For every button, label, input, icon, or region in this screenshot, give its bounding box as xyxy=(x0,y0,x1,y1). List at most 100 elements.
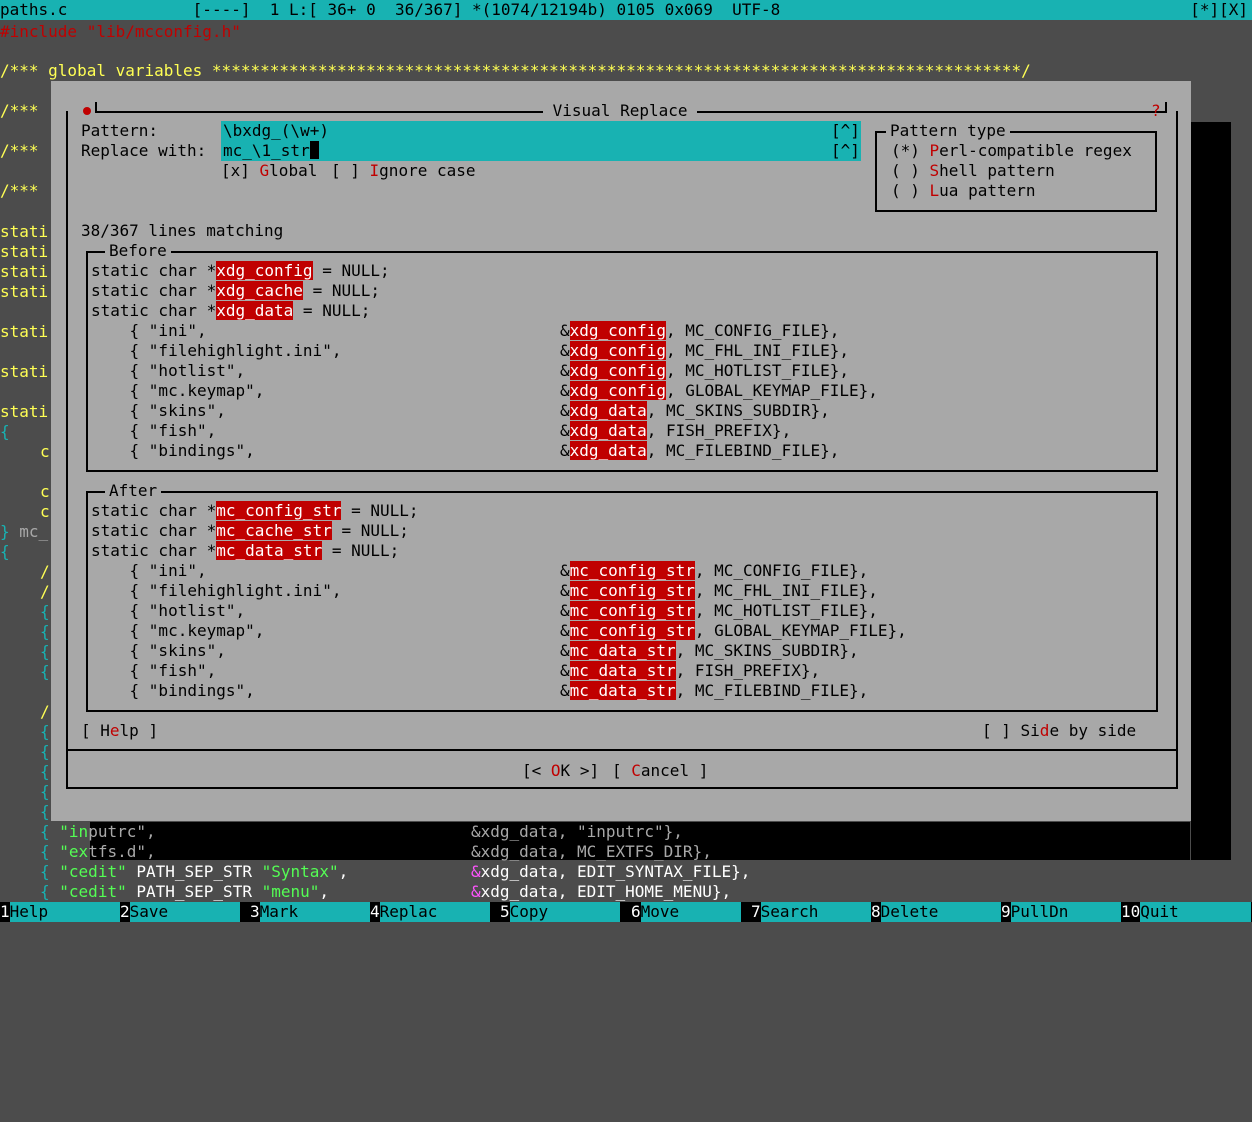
replace-history-button[interactable]: [^] xyxy=(831,141,861,161)
fkey-pulldn[interactable]: 9PullDn xyxy=(1001,902,1121,922)
code-line: { xyxy=(40,782,50,801)
fkey-search[interactable]: 7Search xyxy=(751,902,871,922)
code-line: { xyxy=(40,762,50,781)
ignore-case-checkbox[interactable]: [ ] Ignore case xyxy=(331,161,476,181)
dialog-top-left-corner xyxy=(95,102,101,113)
text-cursor xyxy=(309,141,319,159)
code-line: &xdg_config, GLOBAL_KEYMAP_FILE}, xyxy=(560,381,878,400)
code-line: { "ini", xyxy=(91,321,207,340)
code-line: { "cedit" PATH_SEP_STR "Syntax", xyxy=(40,862,349,881)
code-line: { xyxy=(0,542,10,561)
ok-button[interactable]: [< OK >] xyxy=(522,761,599,781)
dialog-close-dot[interactable] xyxy=(83,107,91,115)
code-line: { xyxy=(40,742,50,761)
code-line: static char *xdg_cache = NULL; xyxy=(91,281,380,300)
code-line: /*** xyxy=(0,141,39,160)
code-line: { "cedit" PATH_SEP_STR "menu", xyxy=(40,882,330,901)
code-line: { "skins", xyxy=(91,401,226,420)
edit-mode: [----] xyxy=(192,0,251,19)
pattern-type-title: Pattern type xyxy=(886,121,1010,141)
replace-input[interactable]: mc_\1_str xyxy=(221,141,831,161)
code-line: static char *mc_config_str = NULL; xyxy=(91,501,419,520)
code-line: c xyxy=(40,442,50,461)
code-line: &xdg_data, FISH_PREFIX}, xyxy=(560,421,792,440)
code-line: { xyxy=(40,602,50,621)
code-line: { "inputrc", xyxy=(40,822,156,841)
code-line: &xdg_data, MC_SKINS_SUBDIR}, xyxy=(560,401,830,420)
code-line: stati xyxy=(0,322,49,341)
code-line: &xdg_data, EDIT_HOME_MENU}, xyxy=(471,882,732,901)
fkey-save[interactable]: 2Save xyxy=(120,902,240,922)
code-line: { "fish", xyxy=(91,661,217,680)
fkey-copy[interactable]: 5Copy xyxy=(500,902,620,922)
editor-status-bar: paths.c [----] 1 L:[ 36+ 0 36/367] *(107… xyxy=(0,0,1252,20)
code-line: &xdg_data, EDIT_SYNTAX_FILE}, xyxy=(471,862,751,881)
code-line: { xyxy=(40,802,50,821)
cursor-info: 1 L:[ 36+ 0 36/367] *(1074/12194b) 0105 … xyxy=(269,0,781,19)
cancel-button[interactable]: [ Cancel ] xyxy=(612,761,708,781)
code-line: stati xyxy=(0,242,49,261)
editor-shadow-panel xyxy=(1191,122,1231,860)
pattern-label: Pattern: xyxy=(81,121,159,140)
radio-shell[interactable]: ( ) Shell pattern xyxy=(891,161,1055,181)
code-line: / xyxy=(40,582,50,601)
code-line: { xyxy=(40,722,50,741)
fkey-help[interactable]: 1Help xyxy=(0,902,120,922)
code-line: { "bindings", xyxy=(91,681,255,700)
code-line: { "bindings", xyxy=(91,441,255,460)
code-line: stati xyxy=(0,262,49,281)
side-by-side-checkbox[interactable]: [ ] Side by side xyxy=(982,721,1136,741)
code-line: stati xyxy=(0,402,49,421)
code-line: &mc_data_str, FISH_PREFIX}, xyxy=(560,661,821,680)
code-line: { xyxy=(40,662,50,681)
after-title: After xyxy=(105,481,162,501)
fkey-delete[interactable]: 8Delete xyxy=(871,902,1001,922)
radio-perl[interactable]: (*) Perl-compatible regex xyxy=(891,141,1132,161)
code-line: /*** xyxy=(0,101,39,120)
help-question-icon[interactable]: ? xyxy=(1151,101,1161,121)
code-line: /*** global variables ******************… xyxy=(0,61,1031,80)
code-line: { "mc.keymap", xyxy=(91,621,265,640)
code-line: / xyxy=(40,562,50,581)
code-line: { "extfs.d", xyxy=(40,842,156,861)
fkey-quit[interactable]: 10Quit xyxy=(1121,902,1252,922)
match-count: 38/367 lines matching xyxy=(81,221,284,240)
pattern-history-button[interactable]: [^] xyxy=(831,121,861,141)
code-line: { "mc.keymap", xyxy=(91,381,265,400)
visual-replace-dialog: Visual Replace ? Pattern: \bxdg_(\w+) [^… xyxy=(51,81,1191,821)
code-line: &xdg_data, "inputrc"}, xyxy=(471,822,683,841)
code-line: static char *xdg_data = NULL; xyxy=(91,301,371,320)
code-line: { "filehighlight.ini", xyxy=(91,341,342,360)
function-key-bar: 1Help 2Save 3Mark 4Replac 5Copy 6Move 7S… xyxy=(0,902,1252,922)
code-line: stati xyxy=(0,222,49,241)
code-line: &xdg_config, MC_FHL_INI_FILE}, xyxy=(560,341,849,360)
radio-lua[interactable]: ( ) Lua pattern xyxy=(891,181,1036,201)
fkey-move[interactable]: 6Move xyxy=(631,902,741,922)
help-button[interactable]: [ Help ] xyxy=(81,721,158,741)
fkey-replace[interactable]: 4Replac xyxy=(370,902,490,922)
code-line: &mc_config_str, GLOBAL_KEYMAP_FILE}, xyxy=(560,621,907,640)
code-line: { "skins", xyxy=(91,641,226,660)
replace-label: Replace with: xyxy=(81,141,207,160)
code-line: } mc_ xyxy=(0,522,49,541)
window-controls[interactable]: [*][X] xyxy=(1190,0,1248,20)
code-line: #include "lib/mcconfig.h" xyxy=(0,22,241,41)
code-line: { xyxy=(0,422,10,441)
code-line: static char *mc_data_str = NULL; xyxy=(91,541,400,560)
code-line: &xdg_data, MC_EXTFS_DIR}, xyxy=(471,842,712,861)
code-line: &xdg_config, MC_HOTLIST_FILE}, xyxy=(560,361,849,380)
dialog-top-right-corner xyxy=(1161,102,1167,113)
code-line: &xdg_config, MC_CONFIG_FILE}, xyxy=(560,321,840,340)
code-line: / xyxy=(40,702,50,721)
code-line: /*** xyxy=(0,181,39,200)
pattern-input[interactable]: \bxdg_(\w+) xyxy=(221,121,831,141)
file-name: paths.c xyxy=(0,0,68,19)
code-line: { "hotlist", xyxy=(91,361,246,380)
code-line: stati xyxy=(0,282,49,301)
code-line: &mc_config_str, MC_HOTLIST_FILE}, xyxy=(560,601,878,620)
global-checkbox[interactable]: [x] Global xyxy=(221,161,317,181)
code-line: static char *xdg_config = NULL; xyxy=(91,261,390,280)
fkey-mark[interactable]: 3Mark xyxy=(250,902,370,922)
dialog-title: Visual Replace xyxy=(543,101,698,121)
code-line: { "hotlist", xyxy=(91,601,246,620)
